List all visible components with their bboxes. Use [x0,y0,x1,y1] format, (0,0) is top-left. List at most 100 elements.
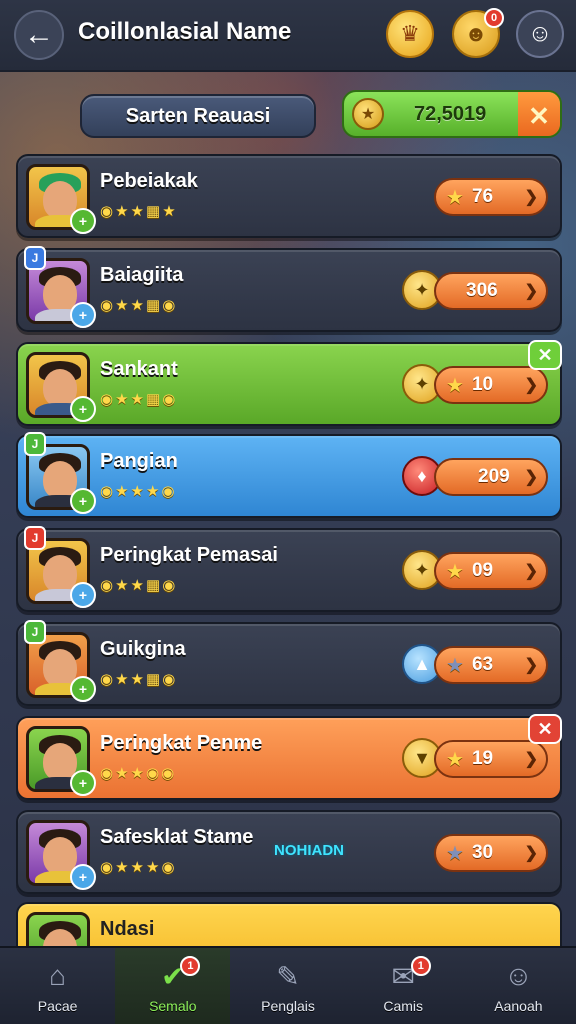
star-icon: ★ [446,842,464,865]
chevron-right-icon: ❯ [524,377,538,394]
player-name: Pebeiakak [100,170,198,192]
player-name: Peringkat Pemasai [100,544,278,566]
nav-label: Aanoah [494,998,543,1014]
score-button[interactable]: ★ 09 ❯ [434,552,548,590]
list-item[interactable]: J + Guikgina ◉ ★ ★ ▦ ◉ ▲ ★ 63 ❯ [16,620,562,706]
nav-item-chat[interactable]: ✉ Camis 1 [346,948,461,1024]
close-icon: ✕ [537,718,553,739]
score-button[interactable]: 306 ❯ [434,272,548,310]
close-icon: ✕ [528,100,550,131]
currency-close-button[interactable]: ✕ [518,92,560,136]
star-icon: ★ [446,186,464,209]
list-item-selected[interactable]: J + Pangian ◉ ★ ★ ★ ◉ ♦ 209 ❯ [16,432,562,518]
player-name: Guikgina [100,638,186,660]
rating-stars: ◉ ★ ★ ▦ ★ [100,203,176,220]
add-friend-icon[interactable]: + [70,302,96,328]
dismiss-button[interactable]: ✕ [528,340,562,370]
home-icon: ⌂ [49,960,67,991]
trophy-icon: ♛ [400,21,420,46]
score-value: 09 [471,560,494,581]
add-friend-icon[interactable]: + [70,582,96,608]
nav-label: Camis [383,998,424,1014]
add-friend-icon[interactable]: + [70,864,96,890]
add-friend-icon[interactable]: + [70,676,96,702]
add-friend-icon[interactable]: + [70,770,96,796]
rating-stars: ◉ ★ ★ ★ ◉ [100,859,175,876]
score-value: 63 [471,654,494,675]
list-item-highlighted[interactable]: + Peringkat Penme ◉ ★ ★ ◉ ◉ ▼ ★ 19 ❯ ✕ [16,714,562,800]
currency-display[interactable]: ★ 72,5019 ✕ [342,90,562,138]
score-value: 19 [471,748,494,769]
chevron-right-icon: ❯ [524,189,538,206]
nav-item-profile[interactable]: ☺ Aanoah [461,948,576,1024]
currency-value: 72,5019 [414,103,487,125]
list-item[interactable]: J + Baiagiita ◉ ★ ★ ▦ ◉ ✦ 306 ❯ [16,246,562,332]
emote-button[interactable]: ☺ [516,10,564,58]
player-name: Ndasi [100,918,155,940]
score-button[interactable]: ★ 76 ❯ [434,178,548,216]
chevron-right-icon: ❯ [524,751,538,768]
user-icon: ☺ [504,960,533,991]
pet-button[interactable]: ☻ 0 [452,8,504,58]
rating-stars: ◉ ★ ★ ▦ ◉ [100,391,176,408]
arrow-left-icon: ← [24,18,54,51]
rating-stars: ◉ ★ ★ ◉ ◉ [100,765,175,782]
chevron-right-icon: ❯ [524,845,538,862]
rank-tag: J [24,526,46,550]
notification-badge: 1 [180,956,201,976]
rank-tag: J [24,620,46,644]
list-item[interactable]: + Pebeiakak ◉ ★ ★ ▦ ★ ★ 76 ❯ [16,154,562,238]
notification-badge: 1 [410,956,431,976]
score-button[interactable]: ★ 10 ❯ [434,366,548,404]
smile-icon: ☺ [527,20,553,47]
back-button[interactable]: ← [14,10,64,60]
rating-stars: ◉ ★ ★ ▦ ◉ [100,671,176,688]
score-value: 306 [466,280,498,301]
score-value: 76 [471,186,494,207]
score-button[interactable]: ★ 63 ❯ [434,646,548,684]
add-friend-icon[interactable]: + [70,208,96,234]
score-button[interactable]: ★ 19 ❯ [434,740,548,778]
dismiss-button[interactable]: ✕ [528,714,562,744]
coin-icon: ★ [352,98,384,130]
score-value: 30 [471,842,494,863]
score-button[interactable]: ★ 30 ❯ [434,834,548,872]
trophy-button[interactable]: ♛ [386,10,434,58]
score-value: 10 [471,374,494,395]
edit-icon: ✎ [276,960,300,992]
nav-label: Pacae [37,998,78,1014]
rank-tag: J [24,432,46,456]
pet-notification-badge: 0 [484,8,504,28]
search-tab[interactable]: Sarten Reauasi [80,94,316,138]
list-item[interactable]: J + Peringkat Pemasai ◉ ★ ★ ▦ ◉ ✦ ★ 09 ❯ [16,526,562,612]
rating-stars: ◉ ★ ★ ▦ ◉ [100,577,176,594]
close-icon: ✕ [537,344,553,365]
chevron-right-icon: ❯ [524,657,538,674]
chevron-right-icon: ❯ [524,283,538,300]
list-item-highlighted[interactable]: + Sankant ◉ ★ ★ ▦ ◉ ✦ ★ 10 ❯ ✕ [16,340,562,426]
rating-stars: ◉ ★ ★ ▦ ◉ [100,297,176,314]
bottom-navigation: ⌂ Pacae ✔ Semalo 1 ✎ Penglais ✉ Camis 1 … [0,946,576,1024]
star-icon: ★ [446,560,464,583]
nav-label: Penglais [261,998,315,1014]
player-name: Pangian [100,450,178,472]
star-icon: ★ [446,374,464,397]
rating-stars: ◉ ★ ★ ★ ◉ [100,483,175,500]
score-button[interactable]: 209 ❯ [434,458,548,496]
player-name: Peringkat Penme [100,732,263,754]
chevron-right-icon: ❯ [524,469,538,486]
nav-item-edit[interactable]: ✎ Penglais [230,948,345,1024]
nav-label: Semalo [149,998,197,1014]
rank-tag: J [24,246,46,270]
player-name: Baiagiita [100,264,184,286]
star-icon: ★ [446,748,464,771]
add-friend-icon[interactable]: + [70,488,96,514]
nav-item-home[interactable]: ⌂ Pacae [0,948,115,1024]
star-icon: ★ [446,654,464,677]
chevron-right-icon: ❯ [524,563,538,580]
pet-icon: ☻ [464,21,488,46]
add-friend-icon[interactable]: + [70,396,96,422]
nav-item-tasks[interactable]: ✔ Semalo 1 [115,948,231,1024]
list-item[interactable]: + Safesklat Stame NOHIADN ◉ ★ ★ ★ ◉ ★ 30 ❯ [16,810,562,894]
top-bar: ← Coillonlasial Name ♛ ☻ 0 ☺ [0,0,576,72]
